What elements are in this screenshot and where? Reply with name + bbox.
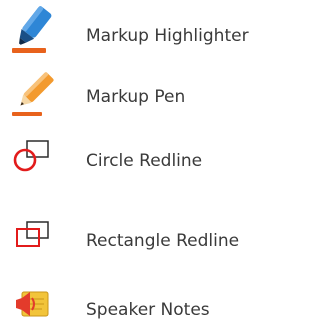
- rectangle-redline-icon: [8, 214, 64, 270]
- menu-item-label: Circle Redline: [86, 151, 203, 171]
- menu-item-label: Markup Pen: [86, 87, 186, 107]
- markup-tools-menu: Markup Highlighter Markup Pen Circle Red…: [0, 0, 291, 326]
- menu-item-circle-redline[interactable]: Circle Redline: [0, 134, 291, 190]
- menu-item-rectangle-redline[interactable]: Rectangle Redline: [0, 214, 291, 270]
- circle-redline-icon: [8, 134, 64, 190]
- speaker-notes-icon: [8, 276, 64, 332]
- menu-item-label: Rectangle Redline: [86, 231, 240, 251]
- pen-icon: [8, 68, 64, 124]
- menu-item-markup-highlighter[interactable]: Markup Highlighter: [0, 4, 291, 60]
- menu-item-speaker-notes[interactable]: Speaker Notes: [0, 276, 291, 332]
- highlighter-icon: [8, 4, 64, 60]
- menu-item-markup-pen[interactable]: Markup Pen: [0, 68, 291, 124]
- menu-item-label: Speaker Notes: [86, 300, 210, 320]
- menu-item-label: Markup Highlighter: [86, 26, 249, 46]
